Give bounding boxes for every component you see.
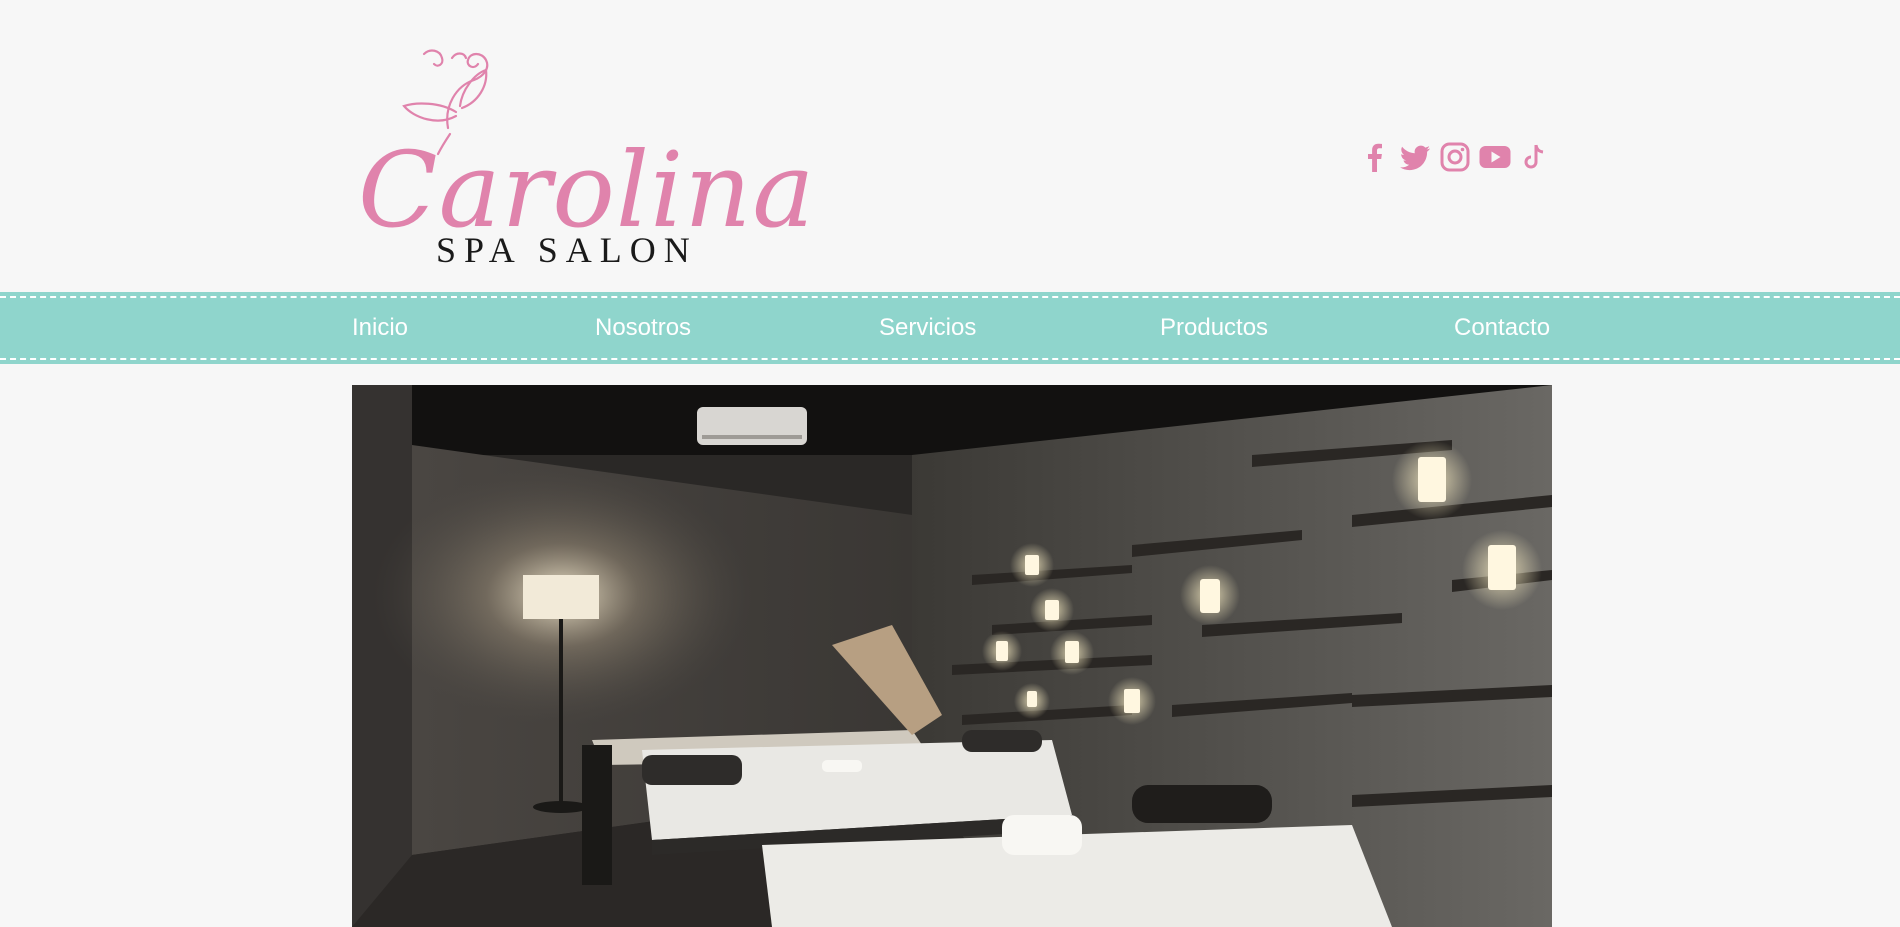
- tiktok-link[interactable]: [1518, 140, 1552, 174]
- nav-item-nosotros[interactable]: Nosotros: [595, 292, 691, 364]
- tiktok-icon: [1524, 144, 1544, 169]
- instagram-link[interactable]: [1438, 140, 1472, 174]
- brand-logo[interactable]: Carolina SPA SALON: [352, 46, 814, 276]
- instagram-icon: [1440, 142, 1470, 172]
- youtube-icon: [1479, 146, 1511, 168]
- nav-item-contacto[interactable]: Contacto: [1454, 292, 1550, 364]
- main-nav: Inicio Nosotros Servicios Productos Cont…: [0, 292, 1900, 364]
- spa-room-photo: [352, 385, 1552, 927]
- facebook-icon: [1368, 143, 1382, 172]
- site-header: Carolina SPA SALON: [0, 0, 1900, 292]
- facebook-link[interactable]: [1358, 140, 1392, 174]
- hero-image: [352, 385, 1552, 927]
- brand-name: Carolina: [358, 129, 816, 251]
- nav-item-productos[interactable]: Productos: [1160, 292, 1268, 364]
- brand-tagline: SPA SALON: [436, 230, 698, 270]
- youtube-link[interactable]: [1478, 140, 1512, 174]
- nav-item-servicios[interactable]: Servicios: [879, 292, 976, 364]
- social-links: [1358, 140, 1552, 174]
- twitter-icon: [1400, 145, 1431, 171]
- nav-item-inicio[interactable]: Inicio: [352, 292, 408, 364]
- twitter-link[interactable]: [1398, 140, 1432, 174]
